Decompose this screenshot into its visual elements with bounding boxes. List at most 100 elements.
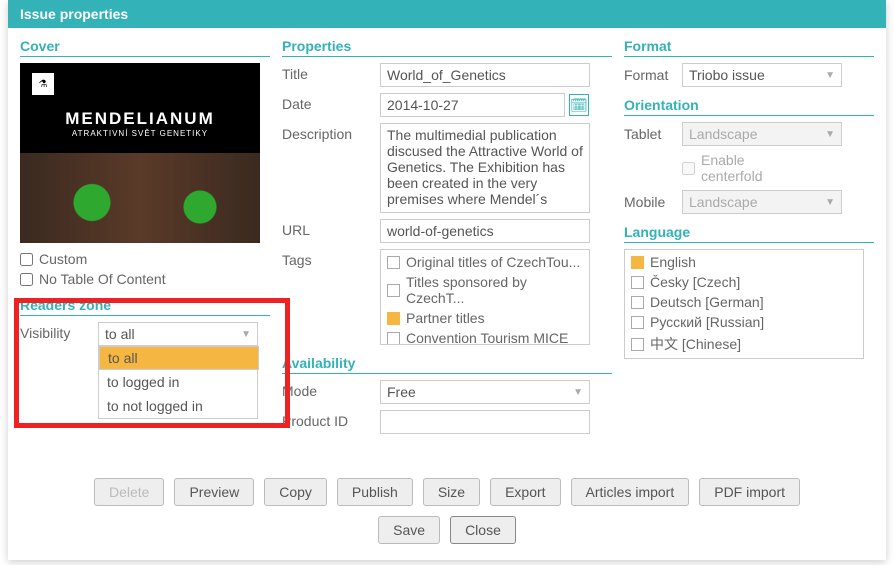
checkbox-icon [631,296,644,309]
tags-label: Tags [282,249,372,268]
product-id-input[interactable] [380,410,590,434]
properties-section-title: Properties [282,38,612,57]
dialog-title: Issue properties [8,0,886,28]
tag-item[interactable]: Convention Tourism MICE [383,328,587,345]
url-input[interactable] [380,219,590,243]
language-listbox[interactable]: English Česky [Czech] Deutsch [German] Р… [624,249,864,359]
checkbox-icon [387,284,400,297]
custom-checkbox-input[interactable] [20,253,33,266]
save-button[interactable]: Save [378,516,440,544]
tag-label: Convention Tourism MICE [406,330,568,345]
no-toc-checkbox-label: No Table Of Content [39,271,166,287]
close-button[interactable]: Close [450,516,516,544]
cover-image[interactable]: ⚗ MENDELIANUM ATRAKTIVNÍ SVĚT GENETIKY [20,63,260,243]
orientation-section-title: Orientation [624,97,874,116]
articles-import-button[interactable]: Articles import [571,478,690,506]
no-toc-checkbox-input[interactable] [20,273,33,286]
chevron-down-icon: ▼ [825,129,835,140]
calendar-icon[interactable]: 🗓 [569,94,589,116]
properties-section: Properties Title Date 🗓 Description [282,38,612,345]
mode-select[interactable]: Free ▼ [380,380,590,404]
language-label: Česky [Czech] [650,274,740,290]
readers-zone-section: Readers zone Visibility to all ▼ to all … [20,297,270,346]
product-id-label: Product ID [282,410,372,429]
format-select-value: Triobo issue [689,67,765,83]
left-column: Cover ⚗ MENDELIANUM ATRAKTIVNÍ SVĚT GENE… [20,38,270,440]
language-item[interactable]: 中文 [Chinese] [627,332,861,356]
mode-label: Mode [282,380,372,399]
tags-listbox[interactable]: Original titles of CzechTou... Titles sp… [380,249,590,345]
visibility-option-all[interactable]: to all [99,346,259,370]
chevron-down-icon: ▼ [241,329,251,340]
date-label: Date [282,93,372,112]
visibility-select[interactable]: to all ▼ [98,322,258,346]
right-column: Format Format Triobo issue ▼ Orientation… [624,38,874,440]
checkbox-checked-icon [631,256,644,269]
title-label: Title [282,63,372,82]
mobile-label: Mobile [624,194,674,210]
description-textarea[interactable] [380,123,590,213]
cover-section: Cover ⚗ MENDELIANUM ATRAKTIVNÍ SVĚT GENE… [20,38,270,287]
publish-button[interactable]: Publish [337,478,413,506]
centerfold-checkbox-input[interactable] [682,162,695,175]
checkbox-icon [387,332,400,345]
mode-select-value: Free [387,384,416,400]
mode-row: Mode Free ▼ [282,380,612,404]
format-row: Format Triobo issue ▼ [624,63,874,87]
language-item[interactable]: Česky [Czech] [627,272,861,292]
copy-button[interactable]: Copy [264,478,327,506]
visibility-select-wrap: to all ▼ to all to logged in to not logg… [98,322,258,346]
language-item[interactable]: English [627,252,861,272]
mobile-select[interactable]: Landscape ▼ [682,190,842,214]
cover-logo-icon: ⚗ [32,73,54,95]
date-input-wrap: 🗓 [380,93,589,117]
language-label: Русский [Russian] [650,314,764,330]
title-input[interactable] [380,63,590,87]
tablet-select-value: Landscape [689,126,758,142]
visibility-option-logged-in[interactable]: to logged in [99,370,257,394]
export-button[interactable]: Export [490,478,560,506]
mobile-select-value: Landscape [689,194,758,210]
date-input[interactable] [380,93,565,117]
language-item[interactable]: Deutsch [German] [627,292,861,312]
checkbox-icon [631,276,644,289]
centerfold-row: Enable centerfold [624,152,874,184]
language-label: 中文 [Chinese] [650,334,741,354]
tag-label: Partner titles [406,310,485,326]
orientation-section: Orientation Tablet Landscape ▼ Enable ce… [624,97,874,214]
tablet-select[interactable]: Landscape ▼ [682,122,842,146]
title-row: Title [282,63,612,87]
delete-button[interactable]: Delete [94,478,164,506]
visibility-row: Visibility to all ▼ to all to logged in … [20,322,270,346]
cover-section-title: Cover [20,38,270,57]
url-row: URL [282,219,612,243]
checkbox-icon [631,316,644,329]
language-label: English [650,254,696,270]
visibility-dropdown: to all to logged in to not logged in [98,345,258,419]
tag-item[interactable]: Original titles of CzechTou... [383,252,587,272]
pdf-import-button[interactable]: PDF import [699,478,800,506]
tag-item[interactable]: Partner titles [383,308,587,328]
no-toc-checkbox[interactable]: No Table Of Content [20,271,270,287]
dialog-body: Cover ⚗ MENDELIANUM ATRAKTIVNÍ SVĚT GENE… [8,28,886,450]
custom-checkbox-label: Custom [39,251,87,267]
preview-button[interactable]: Preview [174,478,254,506]
availability-section-title: Availability [282,355,612,374]
format-label: Format [624,67,674,83]
format-select[interactable]: Triobo issue ▼ [682,63,842,87]
tag-item[interactable]: Titles sponsored by CzechT... [383,272,587,308]
mobile-row: Mobile Landscape ▼ [624,190,874,214]
format-section: Format Format Triobo issue ▼ [624,38,874,87]
centerfold-checkbox[interactable]: Enable centerfold [682,152,732,184]
availability-section: Availability Mode Free ▼ Product ID [282,355,612,434]
custom-checkbox[interactable]: Custom [20,251,270,267]
size-button[interactable]: Size [423,478,480,506]
centerfold-label: Enable centerfold [701,152,762,184]
middle-column: Properties Title Date 🗓 Description [282,38,612,440]
language-item[interactable]: Русский [Russian] [627,312,861,332]
checkbox-icon [631,338,644,351]
cover-image-title: MENDELIANUM [20,109,260,129]
visibility-option-not-logged-in[interactable]: to not logged in [99,394,257,418]
action-button-row: Delete Preview Copy Publish Size Export … [8,478,886,506]
cover-image-subtitle: ATRAKTIVNÍ SVĚT GENETIKY [20,129,260,138]
